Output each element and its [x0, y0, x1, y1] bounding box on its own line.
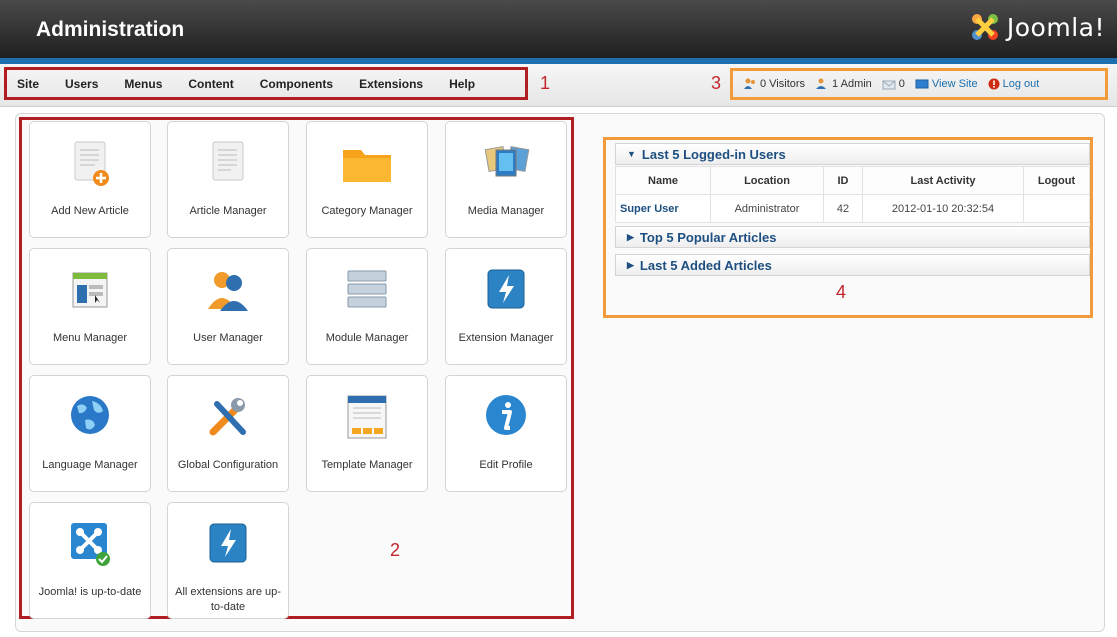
col-name[interactable]: Name: [615, 166, 711, 195]
messages-status[interactable]: 0: [882, 78, 905, 90]
cell-location: Administrator: [710, 194, 824, 223]
tile-template-manager[interactable]: Template Manager: [306, 375, 428, 492]
tile-module-manager[interactable]: Module Manager: [306, 248, 428, 365]
collapsed-arrow-icon: ▶: [627, 231, 634, 242]
tile-label: User Manager: [193, 332, 263, 344]
menu-users[interactable]: Users: [54, 77, 113, 91]
joomla-logo-icon: [971, 14, 998, 40]
module-top-popular-articles[interactable]: ▶ Top 5 Popular Articles: [615, 226, 1090, 248]
annotation-marker-2: 2: [390, 540, 401, 560]
admin-count: 1 Admin: [832, 78, 872, 90]
logout-label: Log out: [1002, 78, 1040, 90]
tile-label: Category Manager: [321, 205, 413, 217]
annotation-marker-3: 3: [711, 73, 722, 93]
tile-language-manager[interactable]: Language Manager: [29, 375, 151, 492]
logged-in-users-table: Name Location ID Last Activity Logout Su…: [615, 166, 1090, 223]
logout-link[interactable]: Log out: [988, 78, 1040, 90]
tile-article-manager[interactable]: Article Manager: [167, 121, 289, 238]
tile-label: Module Manager: [325, 332, 409, 344]
tile-category-manager[interactable]: Category Manager: [306, 121, 428, 238]
visitors-icon: [744, 78, 755, 89]
tile-edit-profile[interactable]: Edit Profile: [445, 375, 567, 492]
extension-update-icon: [209, 523, 247, 563]
tile-joomla-up-to-date[interactable]: Joomla! is up-to-date: [29, 502, 151, 619]
module-manager-icon: [347, 270, 387, 308]
add-article-icon: [74, 141, 109, 186]
tile-label: Article Manager: [189, 205, 267, 217]
tile-add-new-article[interactable]: Add New Article: [29, 121, 151, 238]
col-id[interactable]: ID: [823, 166, 863, 195]
admin-status[interactable]: 1 Admin: [815, 78, 872, 90]
view-site-link[interactable]: View Site: [915, 78, 978, 90]
col-location[interactable]: Location: [710, 166, 824, 195]
messages-count: 0: [898, 78, 905, 90]
annotation-marker-1: 1: [540, 73, 551, 93]
cell-id: 42: [823, 194, 863, 223]
template-manager-icon: [347, 395, 387, 439]
col-last-activity[interactable]: Last Activity: [862, 166, 1024, 195]
tile-label: Joomla! is up-to-date: [38, 586, 142, 598]
tile-label: Add New Article: [51, 205, 129, 217]
visitors-count: 0 Visitors: [760, 78, 806, 90]
annotation-marker-4: 4: [836, 282, 847, 302]
table-header-row: Name Location ID Last Activity Logout: [615, 166, 1090, 195]
tile-user-manager[interactable]: User Manager: [167, 248, 289, 365]
tile-label: Language Manager: [42, 459, 138, 471]
globe-icon: [71, 396, 109, 434]
menu-extensions[interactable]: Extensions: [348, 77, 438, 91]
logo-text: Joomla!: [1006, 12, 1105, 42]
module-last-added-articles[interactable]: ▶ Last 5 Added Articles: [615, 254, 1090, 276]
tile-extension-manager[interactable]: Extension Manager: [445, 248, 567, 365]
menu-components[interactable]: Components: [249, 77, 348, 91]
folder-icon: [343, 150, 391, 182]
tile-label: Edit Profile: [479, 459, 533, 471]
tile-label: Template Manager: [321, 459, 413, 471]
collapsed-arrow-icon: ▶: [627, 259, 634, 270]
header-bar: Administration Joomla!: [0, 0, 1117, 58]
menu-menus[interactable]: Menus: [113, 77, 177, 91]
cell-last-activity: 2012-01-10 20:32:54: [862, 194, 1024, 223]
info-icon: [486, 395, 526, 435]
article-manager-icon: [212, 141, 244, 181]
tile-global-configuration[interactable]: Global Configuration: [167, 375, 289, 492]
menu-manager-icon: [72, 272, 108, 308]
extension-manager-icon: [487, 269, 525, 309]
tile-all-extensions-up-to-date[interactable]: All extensions are up-to-date: [167, 502, 289, 619]
monitor-icon: [915, 79, 929, 88]
tile-label: Extension Manager: [458, 332, 554, 344]
main-menu: Site Users Menus Content Components Exte…: [4, 67, 528, 100]
tile-label: All extensions are up-to-date: [175, 586, 281, 613]
messages-icon: [882, 80, 896, 89]
page-title: Administration: [36, 18, 185, 41]
status-area: 0 Visitors 1 Admin 0 View Site Log out: [730, 68, 1108, 100]
media-manager-icon: [484, 146, 530, 177]
menu-content[interactable]: Content: [177, 77, 248, 91]
joomla-logo[interactable]: Joomla!: [969, 12, 1105, 42]
tile-media-manager[interactable]: Media Manager: [445, 121, 567, 238]
admin-icon: [816, 78, 827, 89]
tile-menu-manager[interactable]: Menu Manager: [29, 248, 151, 365]
logout-icon: [988, 78, 1000, 90]
user-manager-icon: [208, 272, 248, 311]
menu-site[interactable]: Site: [7, 77, 54, 91]
cell-logout: [1023, 194, 1090, 223]
joomla-update-icon: [71, 523, 110, 566]
tools-icon: [209, 398, 246, 436]
col-logout[interactable]: Logout: [1023, 166, 1090, 195]
module-title: Last 5 Added Articles: [639, 257, 772, 273]
view-site-label: View Site: [931, 78, 978, 90]
menu-help[interactable]: Help: [438, 77, 490, 91]
tile-label: Menu Manager: [53, 332, 127, 344]
module-title: Last 5 Logged-in Users: [641, 146, 786, 162]
tile-label: Global Configuration: [177, 459, 279, 471]
expanded-arrow-icon: ▼: [627, 149, 636, 159]
module-last-logged-in-users[interactable]: ▼ Last 5 Logged-in Users: [615, 143, 1090, 165]
table-row: Super User Administrator 42 2012-01-10 2…: [615, 194, 1090, 223]
visitors-status[interactable]: 0 Visitors: [743, 78, 805, 90]
tile-label: Media Manager: [467, 205, 545, 217]
cell-user-name[interactable]: Super User: [615, 194, 711, 223]
module-title: Top 5 Popular Articles: [639, 229, 777, 245]
